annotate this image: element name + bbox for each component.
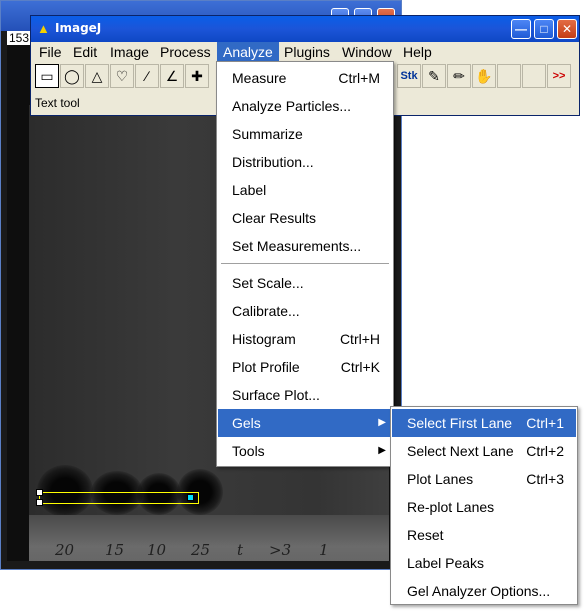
polygon-tool-icon[interactable]: △ [85, 64, 109, 88]
menu-item-label-peaks[interactable]: Label Peaks [392, 549, 576, 577]
menubar: File Edit Image Process Analyze Plugins … [31, 42, 579, 62]
submenu-arrow-icon: ▶ [378, 417, 386, 428]
menu-separator [221, 263, 389, 265]
window-title: ImageJ [55, 21, 102, 35]
menu-item-label: Histogram [232, 331, 296, 347]
menu-item-tools[interactable]: Tools ▶ [218, 437, 392, 465]
menu-item-replot-lanes[interactable]: Re-plot Lanes [392, 493, 576, 521]
menu-item-summarize[interactable]: Summarize [218, 120, 392, 148]
selection-handle[interactable] [36, 499, 43, 506]
menu-item-shortcut: Ctrl+M [338, 70, 380, 86]
menu-item-shortcut: Ctrl+H [339, 331, 380, 347]
gel-label: t [237, 541, 244, 559]
menu-item-shortcut: Ctrl+3 [526, 471, 564, 487]
menu-window[interactable]: Window [336, 42, 398, 62]
menu-item-label: Measure [232, 70, 287, 86]
menu-item-label: Gels [232, 415, 261, 431]
menu-item-label: Summarize [232, 126, 303, 142]
menu-item-label: Surface Plot... [232, 387, 320, 403]
brush-tool-icon[interactable]: ✏ [447, 64, 471, 88]
gel-label: >3 [269, 541, 292, 559]
menu-item-label: Analyze Particles... [232, 98, 352, 114]
menu-item-label: Select First Lane [407, 415, 513, 431]
gel-label: 15 [105, 541, 125, 559]
empty-tool-slot[interactable] [522, 64, 546, 88]
empty-tool-slot[interactable] [497, 64, 521, 88]
gel-spot [37, 465, 93, 517]
menu-item-clear-results[interactable]: Clear Results [218, 204, 392, 232]
oval-tool-icon[interactable]: ◯ [60, 64, 84, 88]
menu-item-gels[interactable]: Gels ▶ [218, 409, 392, 437]
close-button[interactable]: ✕ [557, 19, 577, 39]
menu-edit[interactable]: Edit [67, 42, 103, 62]
more-tools-icon[interactable]: >> [547, 64, 571, 88]
menu-file[interactable]: File [33, 42, 68, 62]
menu-item-label: Label [232, 182, 267, 198]
selection-handle[interactable] [36, 489, 43, 496]
menu-item-label: Reset [407, 527, 444, 543]
gel-label: 1 [319, 541, 329, 559]
menu-item-label-cmd[interactable]: Label [218, 176, 392, 204]
menu-item-label: Select Next Lane [407, 443, 514, 459]
lane-selection-rectangle[interactable] [39, 492, 199, 504]
maximize-button[interactable]: □ [534, 19, 554, 39]
gels-submenu: Select First Lane Ctrl+1 Select Next Lane… [390, 406, 578, 605]
menu-item-label: Plot Profile [232, 359, 300, 375]
menu-help[interactable]: Help [397, 42, 438, 62]
menu-item-calibrate[interactable]: Calibrate... [218, 297, 392, 325]
menu-item-set-measurements[interactable]: Set Measurements... [218, 232, 392, 260]
gel-label: 20 [55, 541, 75, 559]
menu-item-label: Plot Lanes [407, 471, 474, 487]
menu-plugins[interactable]: Plugins [278, 42, 336, 62]
flood-fill-tool-icon[interactable]: ✋ [472, 64, 496, 88]
menu-item-label: Set Scale... [232, 275, 304, 291]
menu-item-label: Re-plot Lanes [407, 499, 495, 515]
menu-item-shortcut: Ctrl+1 [526, 415, 564, 431]
analyze-menu: Measure Ctrl+M Analyze Particles... Summa… [216, 61, 394, 467]
menu-item-surface-plot[interactable]: Surface Plot... [218, 381, 392, 409]
menu-item-label: Clear Results [232, 210, 317, 226]
menu-item-label: Gel Analyzer Options... [407, 583, 551, 599]
menu-item-analyze-particles[interactable]: Analyze Particles... [218, 92, 392, 120]
menu-item-label: Label Peaks [407, 555, 485, 571]
menu-analyze[interactable]: Analyze [217, 42, 279, 62]
menu-item-measure[interactable]: Measure Ctrl+M [218, 64, 392, 92]
menu-process[interactable]: Process [154, 42, 217, 62]
minimize-button[interactable]: — [511, 19, 531, 39]
menu-item-shortcut: Ctrl+2 [526, 443, 564, 459]
gel-label: 25 [191, 541, 211, 559]
menu-item-plot-lanes[interactable]: Plot Lanes Ctrl+3 [392, 465, 576, 493]
menu-item-select-next-lane[interactable]: Select Next Lane Ctrl+2 [392, 437, 576, 465]
menu-item-histogram[interactable]: Histogram Ctrl+H [218, 325, 392, 353]
imagej-titlebar[interactable]: ▲ ImageJ — □ ✕ [31, 16, 579, 42]
status-text: Text tool [35, 96, 80, 110]
microscope-icon: ▲ [37, 21, 50, 36]
menu-item-label: Set Measurements... [232, 238, 362, 254]
menu-item-label: Distribution... [232, 154, 314, 170]
pencil-tool-icon[interactable]: ✎ [422, 64, 446, 88]
rectangle-tool-icon[interactable]: ▭ [35, 64, 59, 88]
menu-item-gel-analyzer-options[interactable]: Gel Analyzer Options... [392, 577, 576, 605]
menu-item-distribution[interactable]: Distribution... [218, 148, 392, 176]
menu-item-reset[interactable]: Reset [392, 521, 576, 549]
menu-item-shortcut: Ctrl+K [340, 359, 380, 375]
angle-tool-icon[interactable]: ∠ [160, 64, 184, 88]
submenu-arrow-icon: ▶ [378, 445, 386, 456]
stk-tool-icon[interactable]: Stk [397, 64, 421, 88]
menu-item-plot-profile[interactable]: Plot Profile Ctrl+K [218, 353, 392, 381]
menu-item-label: Calibrate... [232, 303, 300, 319]
image-info-text: 153 [7, 31, 32, 45]
menu-image[interactable]: Image [104, 42, 155, 62]
menu-item-label: Tools [232, 443, 265, 459]
menu-item-set-scale[interactable]: Set Scale... [218, 269, 392, 297]
line-tool-icon[interactable]: ∕ [135, 64, 159, 88]
point-tool-icon[interactable]: ✚ [185, 64, 209, 88]
selection-handle[interactable] [187, 494, 194, 501]
freehand-tool-icon[interactable]: ♡ [110, 64, 134, 88]
gel-label: 10 [147, 541, 167, 559]
menu-item-select-first-lane[interactable]: Select First Lane Ctrl+1 [392, 409, 576, 437]
